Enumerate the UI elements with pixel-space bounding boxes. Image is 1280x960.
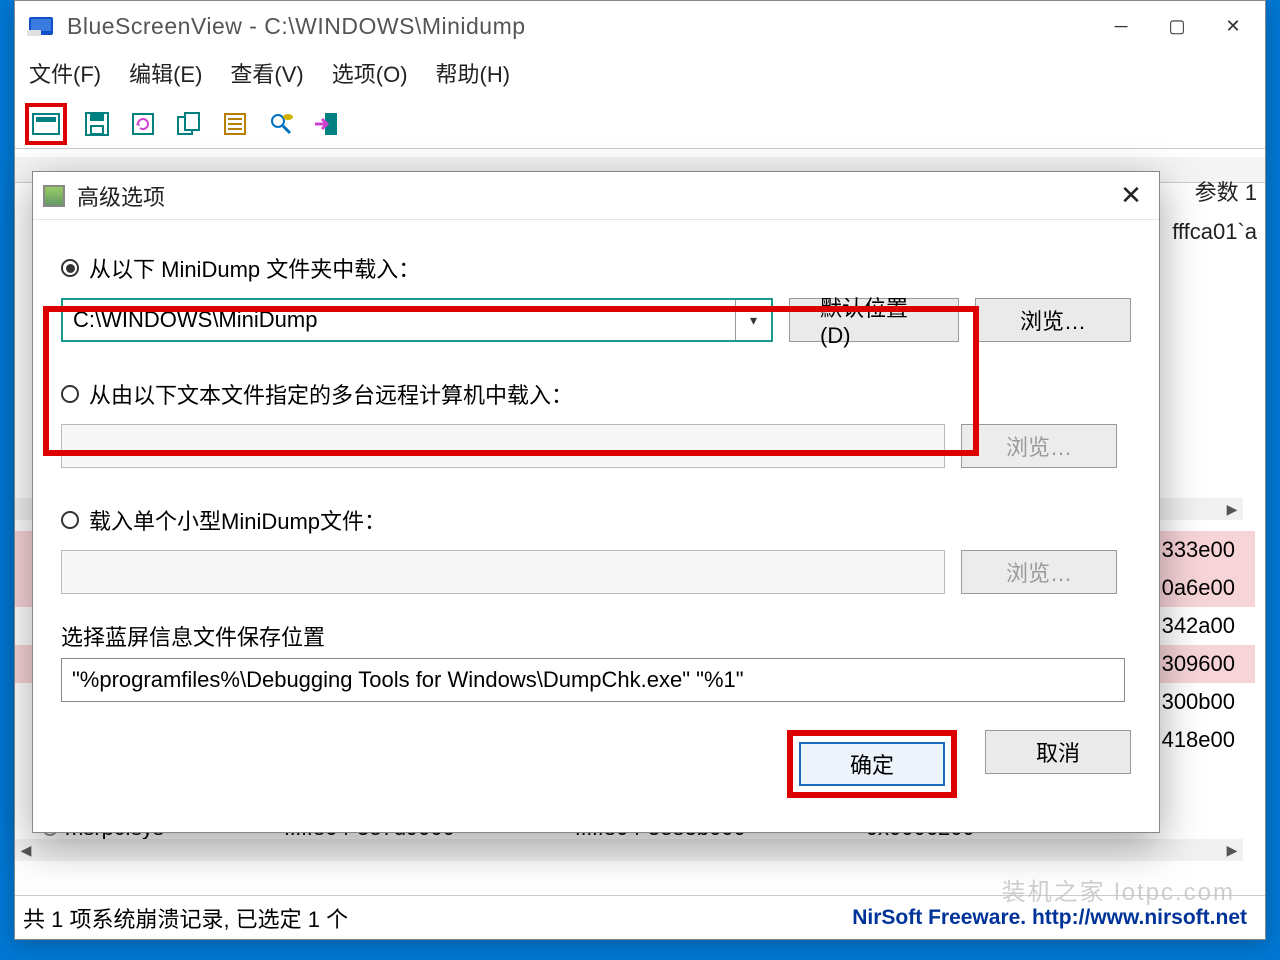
toolbar	[15, 99, 1265, 149]
minidump-folder-combo[interactable]: ▾	[61, 298, 773, 342]
browse-button-3: 浏览…	[961, 550, 1117, 594]
remote-list-input	[61, 424, 945, 468]
properties-icon[interactable]	[219, 108, 251, 140]
window-title: BlueScreenView - C:\WINDOWS\Minidump	[67, 13, 1093, 40]
minimize-button[interactable]: ─	[1093, 6, 1149, 46]
maximize-button[interactable]: ▢	[1149, 6, 1205, 46]
refresh-icon[interactable]	[127, 108, 159, 140]
minidump-folder-input[interactable]	[63, 307, 735, 333]
default-location-button[interactable]: 默认位置(D)	[789, 298, 959, 342]
save-icon[interactable]	[81, 108, 113, 140]
menu-options[interactable]: 选项(O)	[332, 57, 408, 89]
lower-hscroll[interactable]: ◀▶	[15, 839, 1243, 861]
status-text: 共 1 项系统崩溃记录, 已选定 1 个	[23, 902, 348, 934]
main-window: BlueScreenView - C:\WINDOWS\Minidump ─ ▢…	[14, 0, 1266, 940]
radio-label: 从由以下文本文件指定的多台远程计算机中载入：	[89, 378, 573, 410]
radio-selected-icon	[61, 259, 79, 277]
menubar: 文件(F) 编辑(E) 查看(V) 选项(O) 帮助(H)	[15, 51, 1265, 99]
save-location-label: 选择蓝屏信息文件保存位置	[61, 620, 1131, 652]
radio-label: 载入单个小型MiniDump文件：	[89, 504, 386, 536]
advanced-options-dialog: 高级选项 ✕ 从以下 MiniDump 文件夹中载入： ▾ 默认位置(D) 浏览…	[32, 171, 1160, 833]
dialog-title: 高级选项	[77, 180, 1113, 212]
exit-icon[interactable]	[311, 108, 343, 140]
radio-option-single[interactable]: 载入单个小型MiniDump文件：	[61, 504, 1131, 536]
browse-button-2: 浏览…	[961, 424, 1117, 468]
browse-button-1[interactable]: 浏览…	[975, 298, 1131, 342]
app-icon	[27, 14, 59, 38]
radio-unselected-icon	[61, 385, 79, 403]
menu-help[interactable]: 帮助(H)	[436, 57, 511, 89]
advanced-options-button[interactable]	[30, 108, 62, 140]
column-fragment: 参数 1 fffca01`a	[1164, 171, 1265, 249]
dialog-close-button[interactable]: ✕	[1113, 180, 1149, 211]
scroll-right-icon[interactable]: ▶	[1221, 501, 1243, 518]
scroll-left-icon[interactable]: ◀	[15, 842, 37, 859]
credits-link[interactable]: NirSoft Freeware. http://www.nirsoft.net	[852, 906, 1247, 930]
single-file-input	[61, 550, 945, 594]
radio-option-folder[interactable]: 从以下 MiniDump 文件夹中载入：	[61, 252, 1131, 284]
statusbar: 共 1 项系统崩溃记录, 已选定 1 个 NirSoft Freeware. h…	[15, 895, 1265, 939]
toolbar-open-highlight	[25, 103, 67, 145]
ok-button[interactable]: 确定	[799, 742, 945, 786]
menu-file[interactable]: 文件(F)	[29, 57, 101, 89]
radio-unselected-icon	[61, 511, 79, 529]
cancel-button[interactable]: 取消	[985, 730, 1131, 774]
dialog-titlebar: 高级选项 ✕	[33, 172, 1159, 220]
scroll-right-icon[interactable]: ▶	[1221, 842, 1243, 859]
dialog-icon	[43, 185, 65, 207]
copy-icon[interactable]	[173, 108, 205, 140]
ok-highlight-annotation: 确定	[787, 730, 957, 798]
titlebar: BlueScreenView - C:\WINDOWS\Minidump ─ ▢…	[15, 1, 1265, 51]
menu-view[interactable]: 查看(V)	[230, 57, 303, 89]
chevron-down-icon[interactable]: ▾	[735, 300, 771, 340]
menu-edit[interactable]: 编辑(E)	[129, 57, 202, 89]
save-location-input[interactable]: "%programfiles%\Debugging Tools for Wind…	[61, 658, 1125, 702]
radio-label: 从以下 MiniDump 文件夹中载入：	[89, 252, 420, 284]
find-icon[interactable]	[265, 108, 297, 140]
close-button[interactable]: ✕	[1205, 6, 1261, 46]
radio-option-remote[interactable]: 从由以下文本文件指定的多台远程计算机中载入：	[61, 378, 1131, 410]
